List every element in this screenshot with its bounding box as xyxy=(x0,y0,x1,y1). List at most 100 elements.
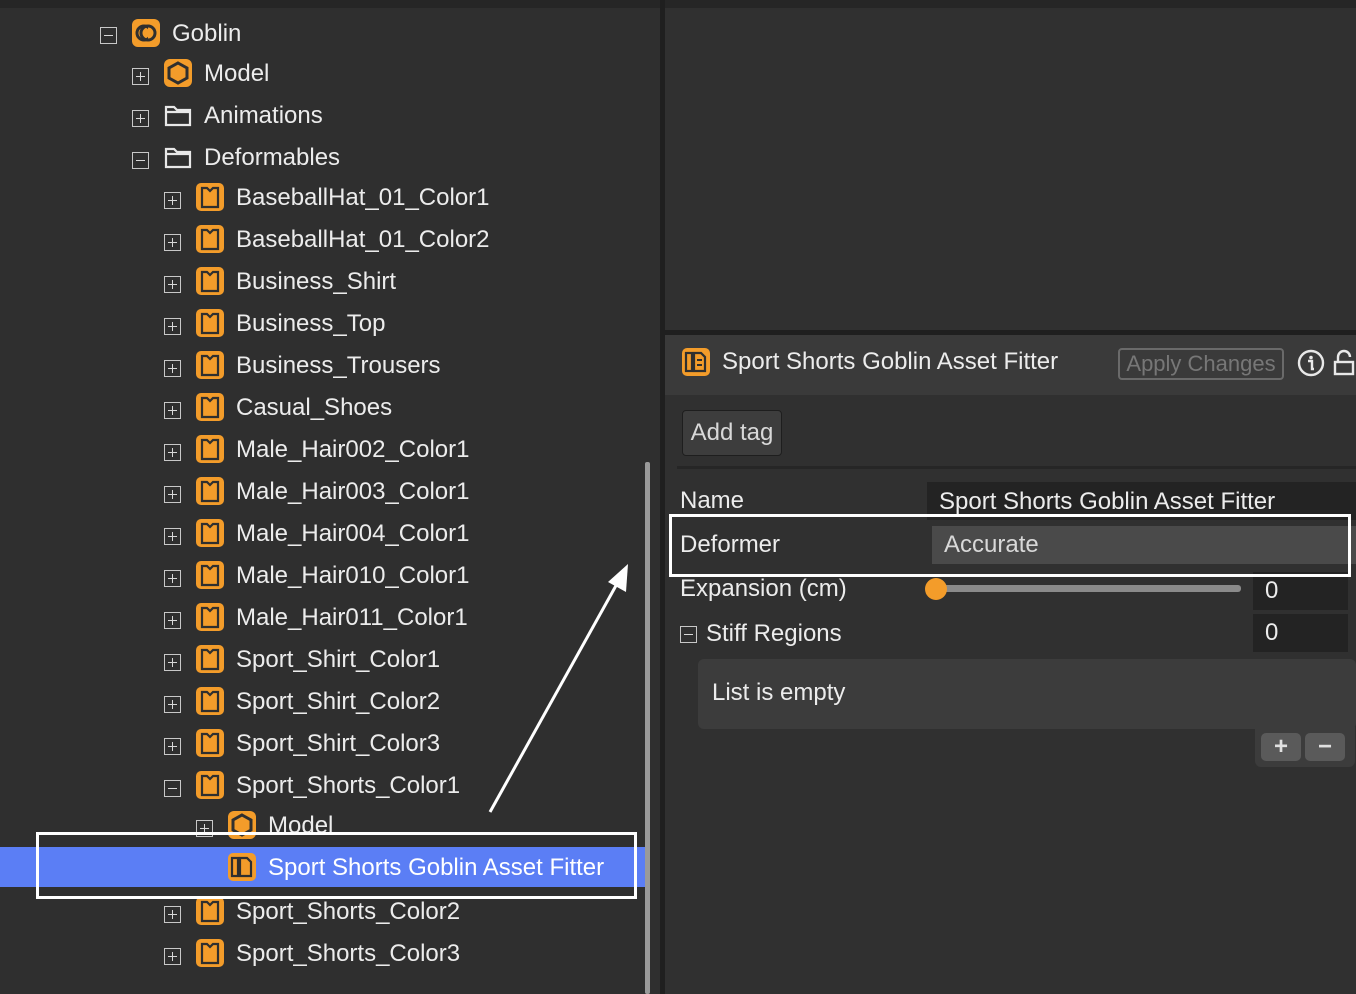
tree-item[interactable]: Male_Hair010_Color1 xyxy=(0,555,645,595)
expand-icon[interactable] xyxy=(164,234,181,251)
expand-icon[interactable] xyxy=(164,570,181,587)
garment-icon xyxy=(196,435,224,463)
collapse-icon[interactable] xyxy=(164,780,181,797)
apply-changes-button[interactable]: Apply Changes xyxy=(1118,348,1284,380)
garment-icon xyxy=(196,183,224,211)
garment-icon xyxy=(196,729,224,757)
deformer-label: Deformer xyxy=(680,531,781,558)
hexagon-model-icon xyxy=(164,59,192,87)
garment-icon xyxy=(196,477,224,505)
tree-item-label: BaseballHat_01_Color2 xyxy=(236,226,490,253)
tree-item-label: Male_Hair010_Color1 xyxy=(236,562,470,589)
tree-item[interactable]: Sport_Shirt_Color2 xyxy=(0,681,645,721)
tree-item[interactable]: Male_Hair011_Color1 xyxy=(0,597,645,637)
tree-scrollbar[interactable] xyxy=(645,462,650,994)
expand-icon[interactable] xyxy=(164,486,181,503)
garment-icon xyxy=(196,771,224,799)
collapse-icon[interactable] xyxy=(100,27,117,44)
collapse-icon[interactable] xyxy=(680,626,697,643)
expand-icon[interactable] xyxy=(164,402,181,419)
folder-icon xyxy=(164,105,192,127)
expansion-slider-track[interactable] xyxy=(935,585,1241,592)
tree-item-model[interactable]: Model xyxy=(0,53,645,93)
tree-item[interactable]: Business_Trousers xyxy=(0,345,645,385)
tree-item[interactable]: Business_Shirt xyxy=(0,261,645,301)
tree-item-label: Model xyxy=(268,812,334,839)
tree-item[interactable]: Sport_Shirt_Color3 xyxy=(0,723,645,763)
tree-item-label: Sport_Shorts_Color3 xyxy=(236,940,461,967)
collapse-icon[interactable] xyxy=(132,152,149,169)
tree-item-label: Sport_Shorts_Color2 xyxy=(236,898,461,925)
expansion-slider-handle[interactable] xyxy=(925,578,947,600)
tree-item[interactable]: BaseballHat_01_Color2 xyxy=(0,219,645,259)
name-field[interactable]: Sport Shorts Goblin Asset Fitter xyxy=(927,482,1356,520)
tree-item[interactable]: Sport_Shirt_Color1 xyxy=(0,639,645,679)
garment-icon xyxy=(196,939,224,967)
expand-icon[interactable] xyxy=(164,948,181,965)
garment-icon xyxy=(196,603,224,631)
stiff-regions-list: List is empty xyxy=(698,659,1356,729)
tree-item-label: Male_Hair002_Color1 xyxy=(236,436,470,463)
tree-item-label: Sport Shorts Goblin Asset Fitter xyxy=(268,854,605,881)
expand-icon[interactable] xyxy=(164,444,181,461)
expand-icon[interactable] xyxy=(164,276,181,293)
stiff-regions-count-field[interactable]: 0 xyxy=(1253,614,1348,652)
hexagon-model-icon xyxy=(228,811,256,839)
garment-icon xyxy=(196,393,224,421)
separator xyxy=(677,466,1356,469)
expand-icon[interactable] xyxy=(164,906,181,923)
tree-item-label: Sport_Shirt_Color2 xyxy=(236,688,441,715)
tree-item[interactable]: Sport_Shorts_Color3 xyxy=(0,933,645,973)
garment-icon xyxy=(196,519,224,547)
asset-fitter-icon xyxy=(682,348,710,376)
expand-icon[interactable] xyxy=(164,318,181,335)
garment-icon xyxy=(196,351,224,379)
tree-item[interactable]: Male_Hair002_Color1 xyxy=(0,429,645,469)
tree-item-deformables[interactable]: Deformables xyxy=(0,137,645,177)
expand-icon[interactable] xyxy=(164,192,181,209)
tree-item-animations[interactable]: Animations xyxy=(0,95,645,135)
info-icon[interactable] xyxy=(1297,349,1325,377)
add-tag-button[interactable]: Add tag xyxy=(682,410,782,456)
tree-item-label: Business_Trousers xyxy=(236,352,441,379)
tree-item-selected[interactable]: Sport Shorts Goblin Asset Fitter xyxy=(0,847,645,887)
expand-icon[interactable] xyxy=(132,68,149,85)
tree-item-label: Deformables xyxy=(204,144,341,171)
deformer-dropdown[interactable]: Accurate xyxy=(932,526,1356,564)
garment-icon xyxy=(196,225,224,253)
tree-item[interactable]: Sport_Shorts_Color2 xyxy=(0,891,645,931)
garment-icon xyxy=(196,309,224,337)
tree-item[interactable]: BaseballHat_01_Color1 xyxy=(0,177,645,217)
expand-icon[interactable] xyxy=(164,528,181,545)
tree-item[interactable]: Male_Hair004_Color1 xyxy=(0,513,645,553)
garment-icon xyxy=(196,897,224,925)
tree-item[interactable]: Model xyxy=(0,805,645,845)
tree-item-label: Animations xyxy=(204,102,323,129)
tree-item-label: Model xyxy=(204,60,270,87)
tree-item[interactable]: Business_Top xyxy=(0,303,645,343)
expand-icon[interactable] xyxy=(164,738,181,755)
lock-icon[interactable] xyxy=(1332,349,1356,377)
tree-item-label: Male_Hair004_Color1 xyxy=(236,520,470,547)
remove-item-button[interactable]: − xyxy=(1305,733,1345,761)
garment-icon xyxy=(196,267,224,295)
add-item-button[interactable]: + xyxy=(1261,733,1301,761)
tree-item[interactable]: Sport_Shorts_Color1 xyxy=(0,765,645,805)
expand-icon[interactable] xyxy=(164,696,181,713)
asset-fitter-icon xyxy=(228,853,256,881)
expand-icon[interactable] xyxy=(164,654,181,671)
expand-icon[interactable] xyxy=(164,612,181,629)
garment-icon xyxy=(196,561,224,589)
stiff-regions-label: Stiff Regions xyxy=(706,620,842,647)
tree-item[interactable]: Male_Hair003_Color1 xyxy=(0,471,645,511)
expand-icon[interactable] xyxy=(164,360,181,377)
expand-icon[interactable] xyxy=(132,110,149,127)
expand-icon[interactable] xyxy=(196,820,213,837)
list-empty-text: List is empty xyxy=(712,679,846,706)
tree-item-goblin[interactable]: Goblin xyxy=(0,13,645,53)
tree-item-label: Business_Top xyxy=(236,310,386,337)
expansion-value-field[interactable]: 0 xyxy=(1253,572,1348,610)
tree-item[interactable]: Casual_Shoes xyxy=(0,387,645,427)
tree-item-label: BaseballHat_01_Color1 xyxy=(236,184,490,211)
tree-item-label: Male_Hair003_Color1 xyxy=(236,478,470,505)
